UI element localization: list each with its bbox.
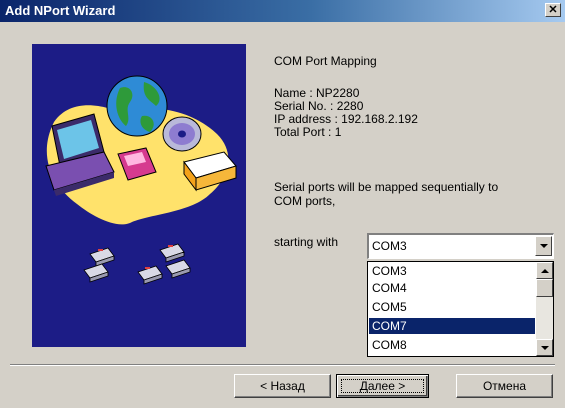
- chevron-down-icon: [539, 244, 548, 248]
- arrow-down-icon: [540, 345, 549, 350]
- cancel-button[interactable]: Отмена: [456, 374, 553, 398]
- dropdown-option-com5[interactable]: COM5: [369, 299, 535, 315]
- globe-icon: [106, 75, 168, 137]
- dropdown-option-com3[interactable]: COM3: [369, 263, 535, 279]
- dropdown-option-com7[interactable]: COM7: [369, 318, 535, 334]
- com-port-selected-value: COM3: [372, 239, 407, 253]
- com-port-select[interactable]: COM3: [367, 233, 554, 259]
- back-button[interactable]: < Назад: [234, 374, 331, 398]
- cancel-button-label: Отмена: [482, 379, 527, 393]
- arrow-up-icon: [540, 268, 549, 273]
- mapping-description-line1: Serial ports will be mapped sequentially…: [274, 180, 499, 194]
- close-button[interactable]: ✕: [545, 3, 561, 17]
- cd-icon: [162, 116, 202, 152]
- scroll-thumb[interactable]: [536, 279, 553, 297]
- dropdown-option-com4[interactable]: COM4: [369, 280, 535, 296]
- wizard-illustration: [32, 44, 246, 347]
- title-bar: Add NPort Wizard ✕: [0, 0, 565, 22]
- total-ports: Total Port : 1: [274, 125, 342, 139]
- footer-separator: [10, 364, 555, 366]
- dropdown-option-com8[interactable]: COM8: [369, 337, 535, 353]
- dropdown-scrollbar[interactable]: [536, 262, 553, 356]
- back-button-label: < Назад: [260, 379, 305, 393]
- close-icon: ✕: [548, 3, 558, 16]
- scroll-down-button[interactable]: [536, 339, 553, 356]
- focus-rect: [341, 379, 424, 393]
- next-button[interactable]: Далее >: [336, 374, 429, 398]
- scroll-up-button[interactable]: [536, 262, 553, 279]
- dropdown-button[interactable]: [535, 236, 552, 256]
- section-heading: COM Port Mapping: [274, 54, 377, 68]
- com-port-dropdown-list[interactable]: COM3 COM4 COM5 COM7 COM8: [367, 261, 554, 357]
- mapping-description-line2: COM ports,: [274, 194, 336, 208]
- starting-with-label: starting with: [274, 235, 339, 249]
- window-title: Add NPort Wizard: [5, 3, 116, 18]
